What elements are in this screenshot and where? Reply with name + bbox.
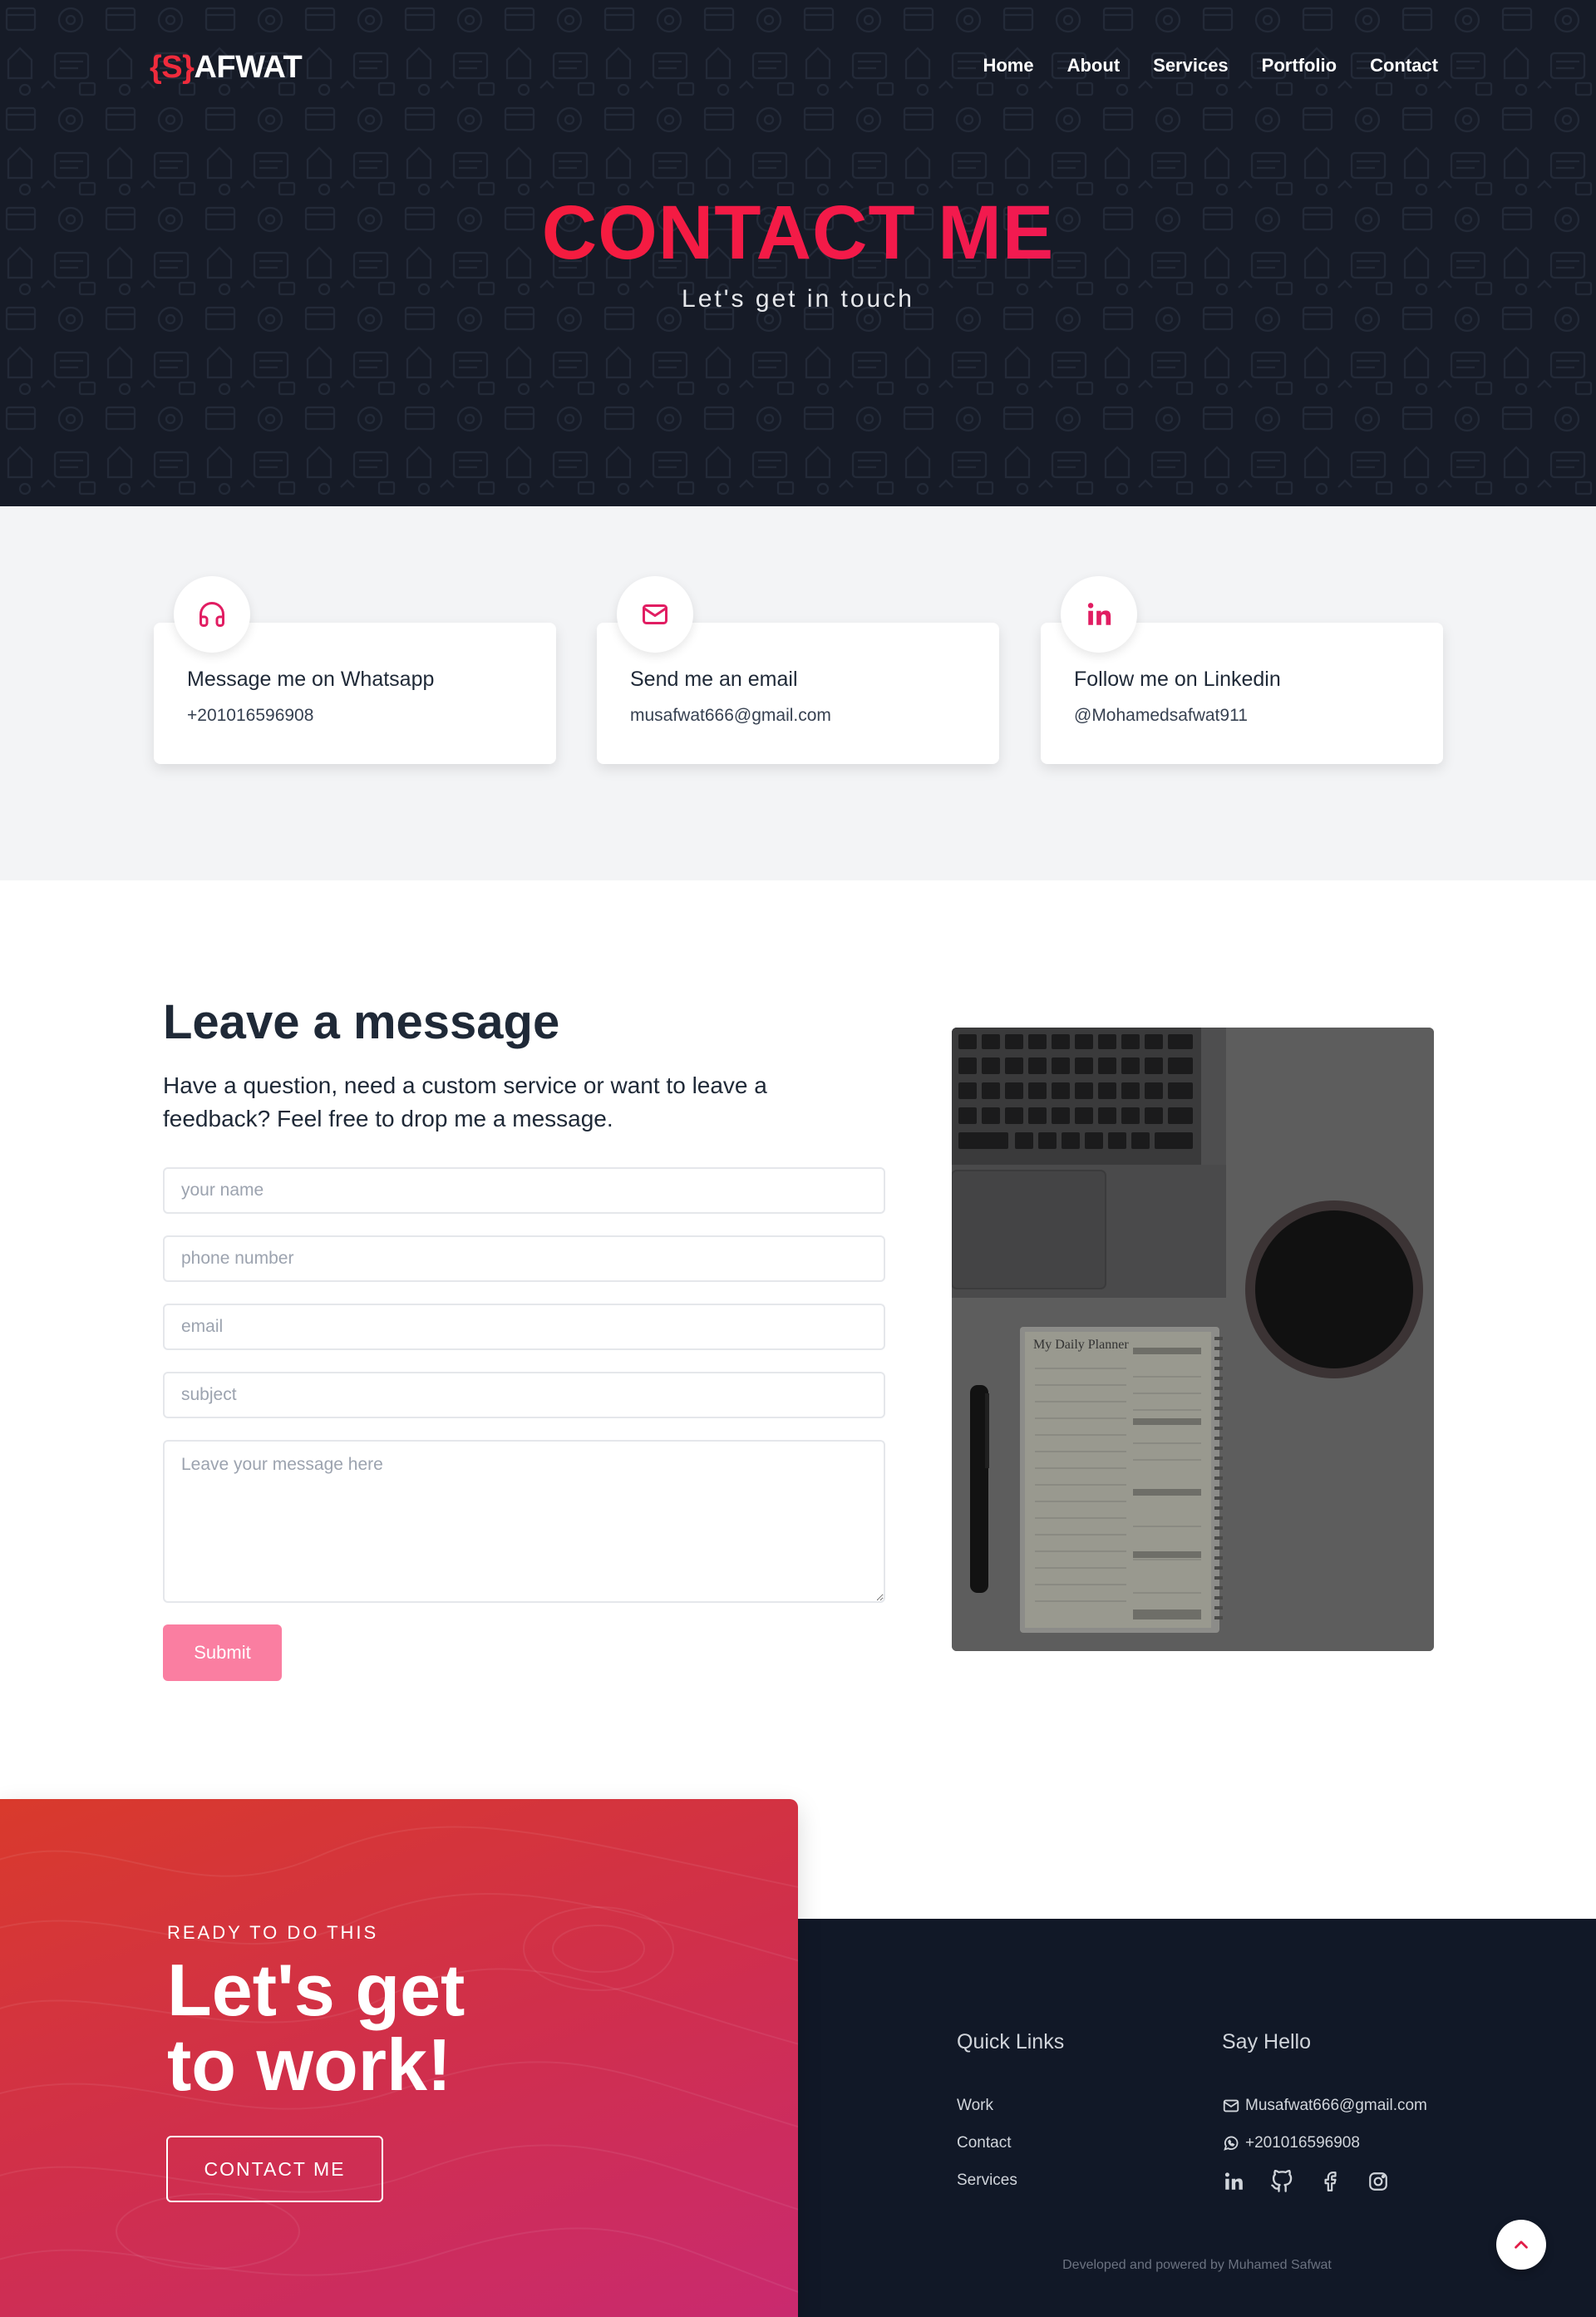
linkedin-icon — [1061, 576, 1137, 653]
mail-icon — [1223, 2099, 1239, 2112]
footer-link-services[interactable]: Services — [957, 2172, 1017, 2190]
headphones-icon — [174, 576, 250, 653]
nav-contact-link[interactable]: Contact — [1370, 55, 1438, 76]
name-input[interactable] — [163, 1167, 885, 1214]
cta-contact-button[interactable]: CONTACT ME — [166, 2136, 383, 2202]
nav-about-link[interactable]: About — [1067, 55, 1121, 76]
card-title: Follow me on Linkedin — [1074, 668, 1281, 691]
whatsapp-icon — [1224, 2136, 1239, 2151]
quick-links-title: Quick Links — [957, 2030, 1065, 2053]
subject-input[interactable] — [163, 1372, 885, 1418]
footer-link-contact[interactable]: Contact — [957, 2134, 1011, 2152]
contact-cards-section: Message me on Whatsapp +201016596908 Sen… — [0, 506, 1596, 880]
desk-photo: My Daily Planner — [952, 1028, 1434, 1651]
card-phone: +201016596908 — [187, 706, 314, 725]
message-section-title: Leave a message — [163, 995, 560, 1049]
whatsapp-card[interactable]: Message me on Whatsapp +201016596908 — [154, 576, 556, 764]
nav-home-link[interactable]: Home — [983, 55, 1033, 76]
cta-title-line-2: to work! — [167, 2024, 452, 2106]
instagram-icon[interactable] — [1367, 2170, 1390, 2193]
chevron-up-icon — [1515, 2241, 1528, 2249]
planner-title: My Daily Planner — [1033, 1338, 1129, 1352]
message-textarea[interactable] — [163, 1440, 885, 1603]
submit-button[interactable]: Submit — [163, 1624, 282, 1681]
card-email: musafwat666@gmail.com — [630, 706, 831, 725]
nav-services-link[interactable]: Services — [1153, 55, 1229, 76]
footer-email[interactable]: Musafwat666@gmail.com — [1222, 2097, 1427, 2115]
mail-icon — [617, 576, 693, 653]
email-input[interactable] — [163, 1304, 885, 1350]
hero-section: {S}AFWAT Home About Services Portfolio C… — [0, 0, 1596, 506]
linkedin-icon[interactable] — [1222, 2170, 1245, 2193]
card-handle: @Mohamedsafwat911 — [1074, 706, 1248, 725]
page-subtitle: Let's get in touch — [682, 285, 914, 313]
email-card[interactable]: Send me an email musafwat666@gmail.com — [597, 576, 999, 764]
footer-phone[interactable]: +201016596908 — [1222, 2134, 1360, 2152]
main-nav: Home About Services Portfolio Contact — [983, 55, 1438, 76]
phone-input[interactable] — [163, 1235, 885, 1282]
logo-accent: {S} — [150, 50, 195, 85]
card-title: Message me on Whatsapp — [187, 668, 435, 691]
linkedin-card[interactable]: Follow me on Linkedin @Mohamedsafwat911 — [1041, 576, 1443, 764]
nav-portfolio-link[interactable]: Portfolio — [1262, 55, 1337, 76]
footer-link-work[interactable]: Work — [957, 2097, 993, 2115]
site-logo[interactable]: {S}AFWAT — [150, 50, 303, 86]
cta-eyebrow: READY TO DO THIS — [167, 1922, 379, 1943]
message-section-description: Have a question, need a custom service o… — [163, 1072, 767, 1131]
say-hello-title: Say Hello — [1222, 2030, 1311, 2053]
cta-title-line-1: Let's get — [167, 1949, 466, 2031]
footer-phone-text: +201016596908 — [1245, 2134, 1360, 2152]
footer-credit: Developed and powered by Muhamed Safwat — [1062, 2258, 1332, 2272]
card-title: Send me an email — [630, 668, 798, 691]
cta-panel: READY TO DO THIS Let's get to work! CONT… — [0, 1799, 798, 2317]
social-links — [1222, 2170, 1390, 2193]
facebook-icon[interactable] — [1318, 2170, 1342, 2193]
back-to-top-button[interactable] — [1496, 2220, 1546, 2270]
page-title: CONTACT ME — [0, 190, 1596, 277]
github-icon[interactable] — [1270, 2170, 1293, 2193]
logo-text: AFWAT — [194, 50, 303, 85]
footer-email-text: Musafwat666@gmail.com — [1245, 2097, 1427, 2114]
cta-title: Let's get to work! — [167, 1953, 666, 2103]
